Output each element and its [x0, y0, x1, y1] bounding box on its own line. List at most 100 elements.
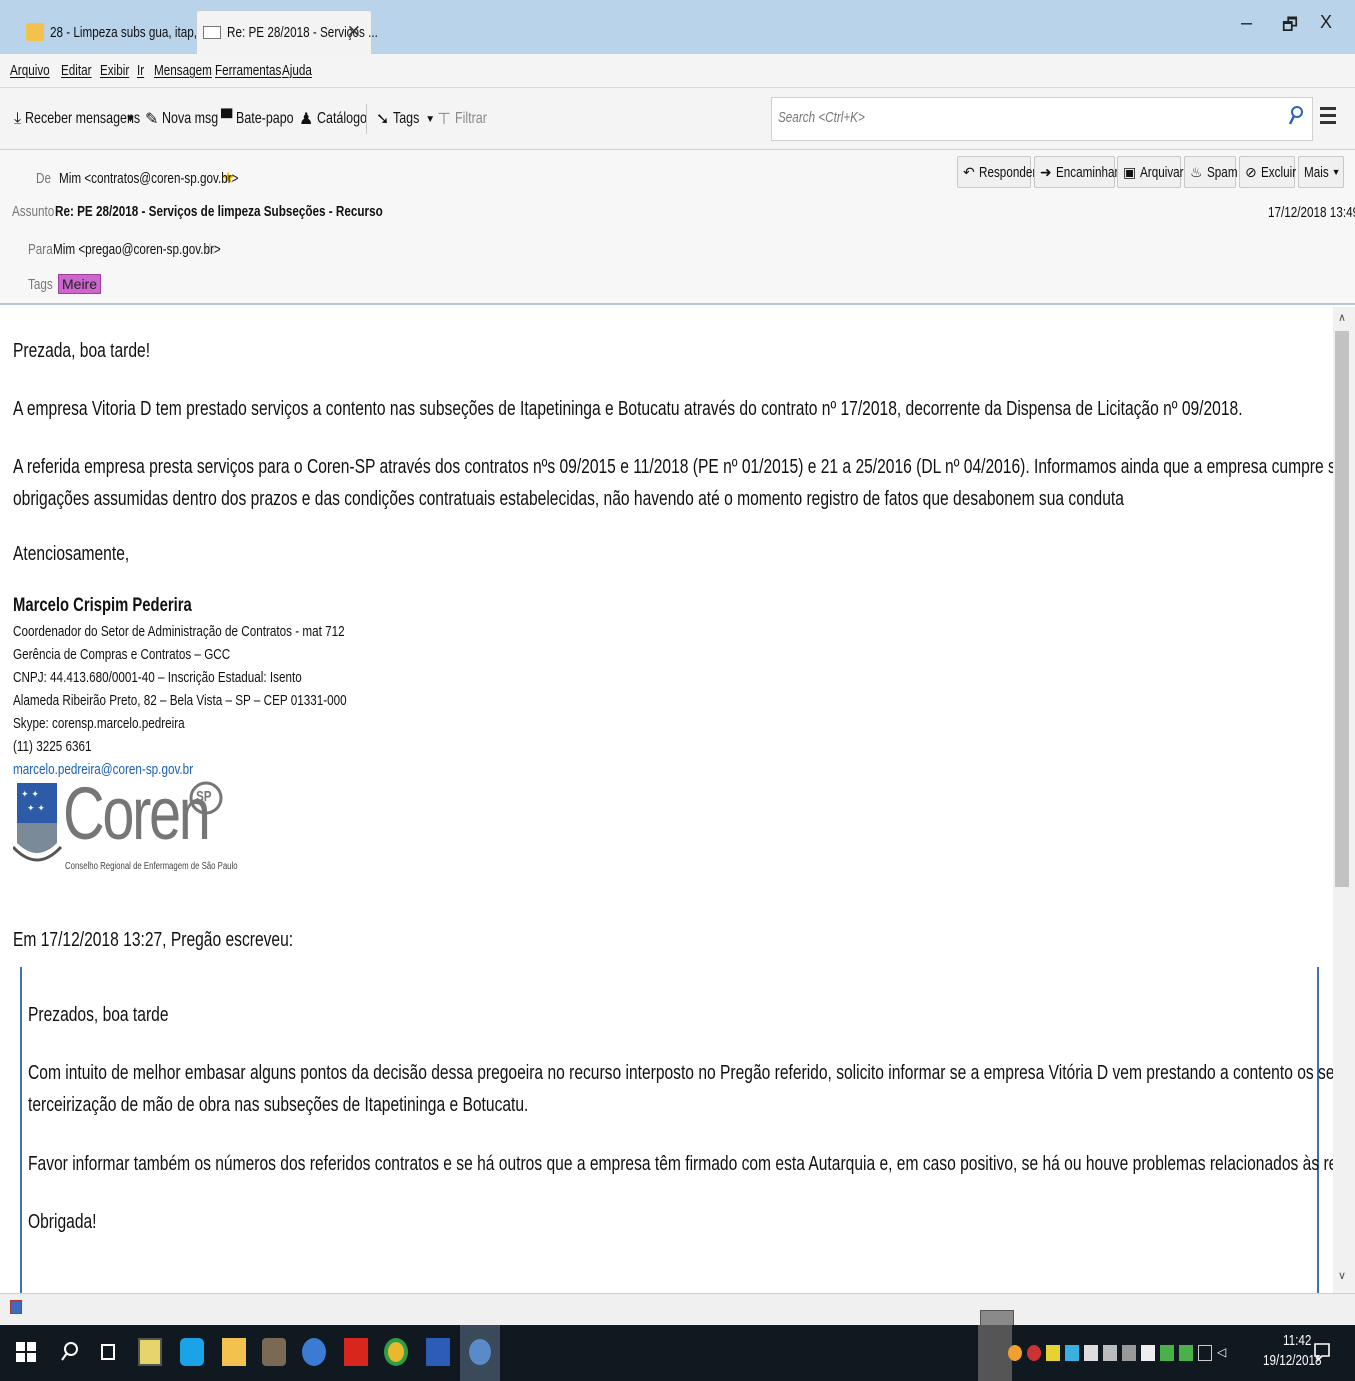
flame-icon: ♨ [1190, 163, 1203, 180]
volume-icon[interactable]: ◁ [1217, 1345, 1231, 1361]
restore-button[interactable]: 🗗 [1282, 12, 1298, 41]
from-value[interactable]: Mim <contratos@coren-sp.gov.br> [59, 170, 238, 187]
chevron-down-icon: ▼ [425, 113, 436, 125]
filter-icon: ⊤ [437, 111, 451, 128]
menu-ir[interactable]: Ir [137, 62, 144, 79]
chat-button[interactable]: ▀ Bate-papo [221, 108, 310, 130]
menu-arquivo[interactable]: Arquivo [10, 62, 50, 79]
scroll-down-icon[interactable]: ∨ [1338, 1269, 1346, 1282]
tray-app-icon[interactable] [1179, 1345, 1193, 1361]
tray-app-icon[interactable] [1008, 1345, 1022, 1361]
tab-folder[interactable]: 28 - Limpeza subs gua, itap, b... [20, 10, 217, 54]
tray-app-icon[interactable] [1103, 1345, 1117, 1361]
tag-badge[interactable]: Meire [58, 274, 102, 294]
tab-message[interactable]: Re: PE 28/2018 - Serviços ... ✕ [196, 10, 378, 54]
clock-time: 11:42 [1282, 1332, 1312, 1349]
search-icon[interactable] [1288, 106, 1304, 126]
display-icon[interactable] [1198, 1345, 1212, 1361]
svg-text:✦ ✦: ✦ ✦ [21, 790, 39, 800]
signature-line: Gerência de Compras e Contratos – GCC [13, 646, 231, 663]
chevron-down-icon: ▼ [1331, 167, 1341, 177]
pdf-reader-icon[interactable] [344, 1338, 368, 1366]
compose-label: Nova msg [162, 110, 219, 127]
tray-app-icon[interactable] [1046, 1345, 1060, 1361]
reply-button[interactable]: ↶ Responder [957, 156, 1036, 188]
thunderbird-icon [469, 1339, 491, 1365]
coat-of-arms-icon: ✦ ✦ ✦ ✦ [13, 783, 63, 862]
task-view-icon[interactable] [96, 1338, 120, 1366]
tray-app-icon[interactable] [1160, 1345, 1174, 1361]
close-window-button[interactable]: X [1320, 12, 1332, 33]
menu-ferramentas[interactable]: Ferramentas [215, 62, 281, 79]
from-label: De [36, 169, 51, 187]
filter-button[interactable]: ⊤ Filtrar [437, 108, 496, 130]
folder-icon [26, 23, 44, 41]
to-label: Para [28, 240, 53, 258]
menu-editar[interactable]: Editar [61, 62, 92, 79]
quote-border-left [20, 967, 22, 1293]
notifications-icon[interactable] [1310, 1338, 1334, 1366]
thunderbird-taskbar-button[interactable] [460, 1325, 500, 1381]
archive-icon: ▣ [1123, 163, 1137, 180]
quote-border-right [1317, 967, 1319, 1293]
forward-button[interactable]: ➜ Encaminhar [1034, 156, 1118, 188]
notes-tray-icon[interactable] [978, 1325, 1012, 1381]
receive-dropdown[interactable]: ▼ [125, 108, 136, 130]
minimize-button[interactable]: – [1241, 12, 1252, 35]
chrome-icon[interactable] [384, 1338, 408, 1366]
windows-start-icon[interactable] [16, 1341, 36, 1363]
system-clock[interactable]: 11:42 19/12/2018 [1247, 1331, 1355, 1371]
tags-button[interactable]: ➘ Tags ▼ [376, 108, 435, 130]
word-icon[interactable] [426, 1338, 450, 1366]
vertical-scrollbar[interactable]: ∧ ∨ [1333, 307, 1355, 1293]
signature-line: Skype: corensp.marcelo.pedreira [13, 715, 185, 732]
file-explorer-icon[interactable] [222, 1338, 246, 1366]
logo-badge-text: SP [196, 788, 212, 805]
chat-icon: ▀ [221, 110, 233, 127]
scroll-up-icon[interactable]: ∧ [1338, 311, 1346, 324]
tray-app-icon[interactable] [1084, 1345, 1098, 1361]
subject-label: Assunto [12, 203, 55, 220]
app-menu-icon[interactable] [1320, 107, 1336, 128]
archive-label: Arquivar [1140, 163, 1184, 181]
tray-app-icon[interactable] [1065, 1345, 1079, 1361]
from-row: De Mim <contratos@coren-sp.gov.br> ★ [36, 168, 238, 188]
search-icon[interactable] [58, 1338, 82, 1366]
pencil-icon: ✎ [145, 111, 159, 128]
sticky-notes-icon[interactable] [138, 1338, 162, 1366]
tray-app-icon[interactable] [1027, 1345, 1041, 1361]
skype-icon[interactable] [180, 1338, 204, 1366]
download-icon: ⤓ [14, 110, 22, 127]
network-icon[interactable] [1141, 1345, 1155, 1361]
spam-label: Spam [1206, 163, 1238, 181]
scroll-thumb[interactable] [1335, 331, 1349, 887]
tab-close-icon[interactable]: ✕ [347, 22, 361, 42]
wifi-icon[interactable] [1122, 1345, 1136, 1361]
quote-paragraph-2: Favor informar também os números dos ref… [28, 1153, 1333, 1175]
signature-line: Alameda Ribeirão Preto, 82 – Bela Vista … [13, 692, 347, 709]
filter-label: Filtrar [454, 110, 487, 127]
menu-exibir[interactable]: Exibir [100, 62, 129, 79]
connection-status-icon[interactable] [10, 1300, 22, 1314]
catalog-button[interactable]: ♟ Catálogo [299, 108, 381, 130]
notes-window-tab-icon[interactable] [980, 1310, 1014, 1326]
delete-button[interactable]: ⊘ Excluir [1239, 156, 1296, 188]
spam-button[interactable]: ♨ Spam [1184, 156, 1238, 188]
search-input[interactable]: Search <Ctrl+K> [771, 97, 1313, 141]
archive-button[interactable]: ▣ Arquivar [1117, 156, 1184, 188]
globe-icon[interactable] [302, 1338, 326, 1366]
svg-text:✦ ✦: ✦ ✦ [27, 804, 45, 814]
menu-ajuda[interactable]: Ajuda [282, 62, 312, 79]
search-placeholder: Search <Ctrl+K> [778, 109, 865, 126]
delete-icon: ⊘ [1245, 163, 1257, 180]
more-label: Mais [1304, 163, 1329, 181]
subject-value: Re: PE 28/2018 - Serviços de limpeza Sub… [55, 203, 383, 220]
coren-logo: ✦ ✦ ✦ ✦ Coren SP Conselho Regional de En… [13, 772, 238, 877]
tab-bar: 28 - Limpeza subs gua, itap, b... Re: PE… [0, 0, 1355, 54]
menu-mensagem[interactable]: Mensagem [154, 62, 212, 79]
body-paragraph-2-line-1: A referida empresa presta serviços para … [13, 456, 1333, 478]
quote-paragraph-1-line-2: terceirização de mão de obra nas subseçõ… [28, 1094, 529, 1116]
more-button[interactable]: Mais ▼ [1298, 156, 1344, 188]
to-value[interactable]: Mim <pregao@coren-sp.gov.br> [53, 241, 221, 258]
app-figure-icon[interactable] [262, 1338, 286, 1366]
